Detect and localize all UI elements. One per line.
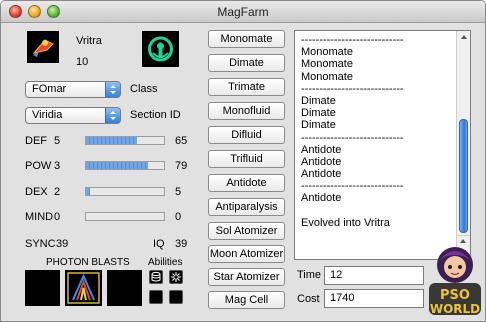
- monofluid-button[interactable]: Monofluid: [208, 102, 285, 120]
- antiparalysis-button[interactable]: Antiparalysis: [208, 198, 285, 216]
- log-line: Monomate: [301, 70, 353, 83]
- abilities-label: Abilities: [148, 257, 183, 268]
- section-id-select-value: Viridia: [32, 109, 63, 121]
- stat-label-pow: POW: [25, 160, 52, 172]
- stat-bar-dex: [85, 187, 165, 196]
- ability-slot-empty-right: [169, 290, 183, 304]
- section-id-icon: [142, 31, 179, 67]
- log-line: Dimate: [301, 94, 336, 107]
- select-arrows-icon: [105, 82, 120, 97]
- time-field[interactable]: 12: [324, 266, 424, 285]
- difluid-button[interactable]: Difluid: [208, 126, 285, 144]
- log-line: Antidote: [301, 192, 342, 205]
- sol-atomizer-button[interactable]: Sol Atomizer: [208, 222, 285, 240]
- sync-value: 39: [56, 238, 69, 250]
- ability-gear-icon: [169, 270, 183, 284]
- stat-label-mind: MIND: [25, 211, 54, 223]
- window-title: MagFarm: [217, 5, 269, 19]
- pso-world-logo: PSO WORLD: [425, 241, 485, 321]
- log-line: Dimate: [301, 107, 336, 120]
- ability-slot-empty-left: [149, 290, 163, 304]
- log-scrollbar[interactable]: [456, 31, 470, 259]
- cost-label: Cost: [297, 293, 320, 305]
- log-line: ----------------------------: [301, 180, 404, 193]
- photon-blast-slot-right: [107, 270, 142, 306]
- log-lines: ---------------------------- Monomate Mono…: [301, 34, 454, 229]
- stat-label-def: DEF: [25, 135, 47, 147]
- trimate-button[interactable]: Trimate: [208, 78, 285, 96]
- stat-level-mind: 0: [54, 211, 61, 223]
- mag-cell-button[interactable]: Mag Cell: [208, 291, 285, 309]
- log-line: Evolved into Vritra: [301, 216, 390, 229]
- log-line: ----------------------------: [301, 82, 404, 95]
- photon-blast-slot-center: [65, 270, 102, 306]
- monomate-button[interactable]: Monomate: [208, 30, 285, 48]
- stat-bar-def: [85, 136, 165, 145]
- log-line: Antidote: [301, 155, 342, 168]
- stat-value-def: 65: [175, 135, 188, 147]
- antidote-button[interactable]: Antidote: [208, 174, 285, 192]
- stat-level-dex: 2: [54, 186, 61, 198]
- trifluid-button[interactable]: Trifluid: [208, 150, 285, 168]
- stat-label-dex: DEX: [25, 186, 48, 198]
- feeding-log[interactable]: ---------------------------- Monomate Mono…: [294, 30, 471, 260]
- logo-line2: WORLD: [429, 302, 481, 316]
- dimate-button[interactable]: Dimate: [208, 54, 285, 72]
- log-line: Monomate: [301, 46, 353, 59]
- mag-icon: [27, 31, 59, 63]
- cost-field[interactable]: 1740: [324, 289, 424, 308]
- class-select[interactable]: FOmar: [25, 81, 121, 98]
- section-id-label: Section ID: [130, 109, 181, 121]
- stat-value-pow: 79: [175, 160, 188, 172]
- stat-bar-fill: [86, 188, 90, 195]
- scroll-thumb[interactable]: [459, 119, 468, 233]
- logo-line1: PSO: [440, 288, 470, 303]
- magfarm-window: MagFarm Vritra 10 FOmar Class Viridia Se…: [0, 0, 486, 322]
- moon-atomizer-button[interactable]: Moon Atomizer: [208, 245, 285, 263]
- mag-name: Vritra: [76, 35, 102, 47]
- select-arrows-icon: [105, 108, 120, 123]
- iq-value: 39: [175, 238, 188, 250]
- section-id-select[interactable]: Viridia: [25, 107, 121, 124]
- log-line: Dimate: [301, 119, 336, 132]
- class-label: Class: [130, 83, 158, 95]
- title-bar: MagFarm: [1, 1, 485, 23]
- log-line: Antidote: [301, 168, 342, 181]
- stat-level-def: 5: [54, 135, 61, 147]
- log-line: Antidote: [301, 143, 342, 156]
- log-line: ----------------------------: [301, 131, 404, 144]
- stat-level-pow: 3: [54, 160, 61, 172]
- mag-level: 10: [76, 56, 89, 68]
- star-atomizer-button[interactable]: Star Atomizer: [208, 268, 285, 286]
- scroll-top-arrow-icon: [461, 35, 467, 39]
- photon-blasts-label: PHOTON BLASTS: [46, 257, 130, 268]
- stat-bar-fill: [86, 162, 148, 169]
- class-select-value: FOmar: [32, 83, 67, 95]
- stat-value-mind: 0: [175, 211, 182, 223]
- ability-database-icon: [149, 270, 163, 284]
- log-line: ----------------------------: [301, 34, 404, 46]
- stat-bar-pow: [85, 161, 165, 170]
- log-line: Monomate: [301, 58, 353, 71]
- time-label: Time: [297, 269, 322, 281]
- stat-bar-fill: [86, 137, 137, 144]
- sync-label: SYNC: [25, 238, 56, 250]
- photon-blast-slot-left: [25, 270, 60, 306]
- iq-label: IQ: [153, 238, 165, 250]
- stat-value-dex: 5: [175, 186, 182, 198]
- stat-bar-mind: [85, 212, 165, 221]
